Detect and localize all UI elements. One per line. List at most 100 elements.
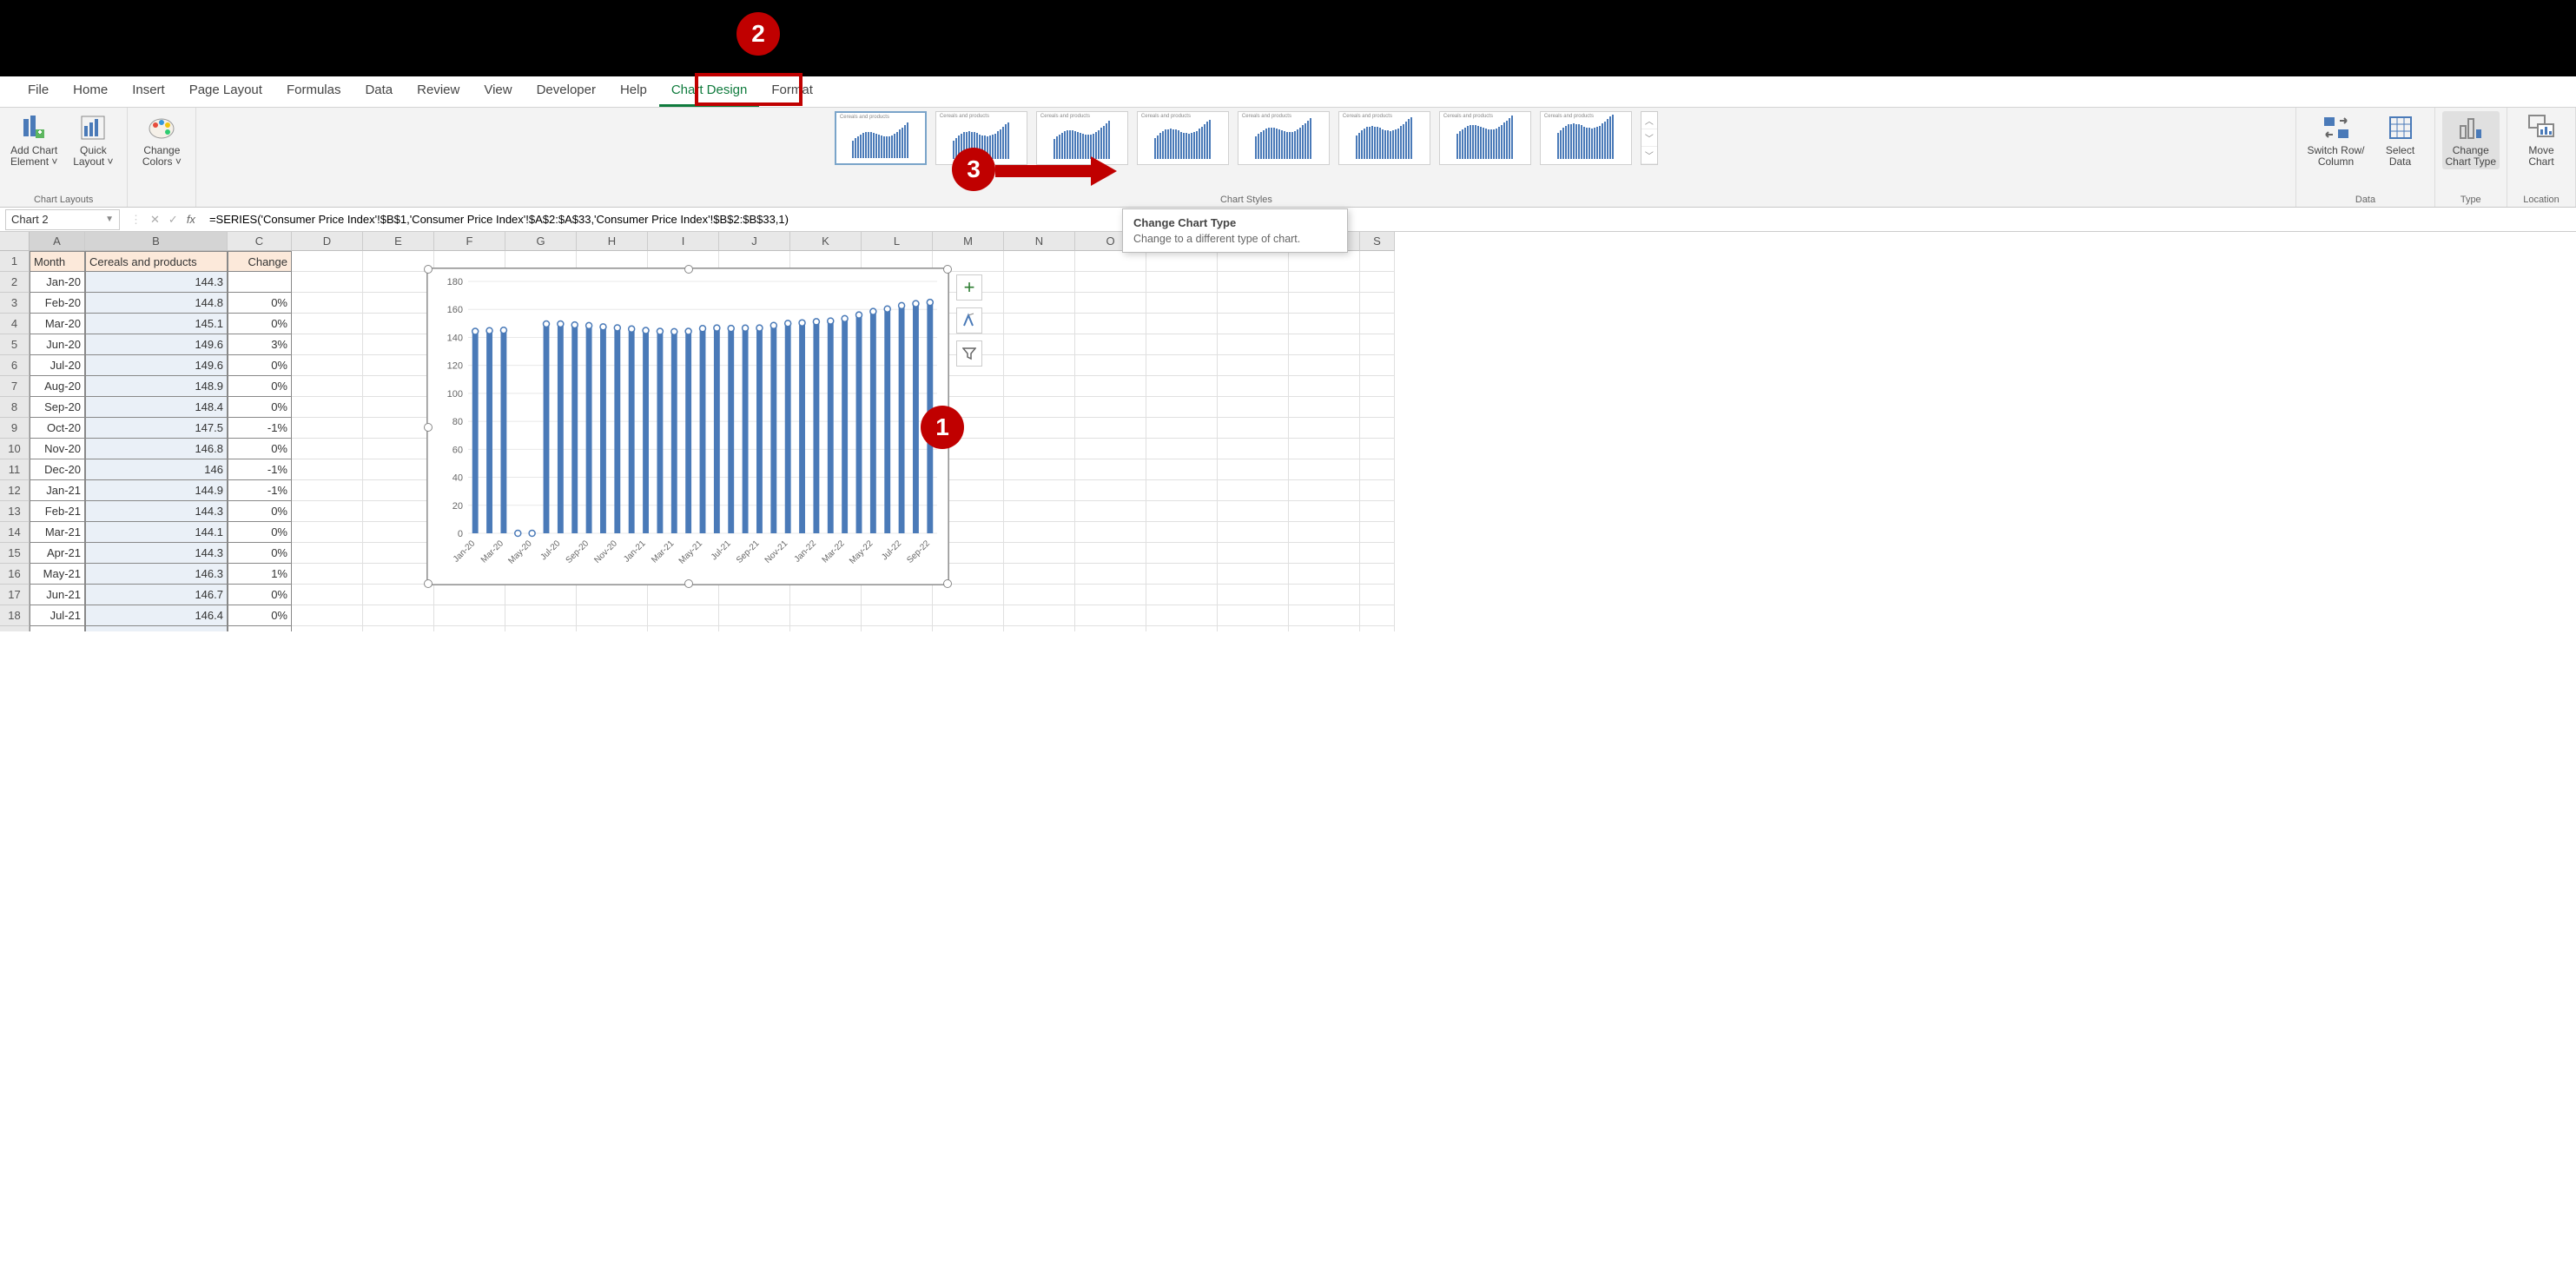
cell-Q13[interactable] [1218, 501, 1289, 522]
cell-D3[interactable] [292, 293, 363, 314]
row-header-1[interactable]: 1 [0, 251, 30, 272]
chart-style-7[interactable] [1439, 111, 1531, 165]
cell-D1[interactable] [292, 251, 363, 272]
cell-E11[interactable] [363, 459, 434, 480]
cell-P10[interactable] [1146, 439, 1218, 459]
cell-Q4[interactable] [1218, 314, 1289, 334]
cell-N3[interactable] [1004, 293, 1075, 314]
cell-C6[interactable]: 0% [228, 355, 292, 376]
cell-L19[interactable] [862, 626, 933, 631]
cell-N17[interactable] [1004, 585, 1075, 605]
cell-P5[interactable] [1146, 334, 1218, 355]
cell-H17[interactable] [577, 585, 648, 605]
cell-N18[interactable] [1004, 605, 1075, 626]
col-header-M[interactable]: M [933, 232, 1004, 251]
cell-O4[interactable] [1075, 314, 1146, 334]
chart-style-6[interactable] [1338, 111, 1430, 165]
cell-Q8[interactable] [1218, 397, 1289, 418]
cell-A17[interactable]: Jun-21 [30, 585, 85, 605]
cell-E12[interactable] [363, 480, 434, 501]
col-header-L[interactable]: L [862, 232, 933, 251]
cell-N8[interactable] [1004, 397, 1075, 418]
chart-bar-Sep-20[interactable] [586, 326, 592, 533]
cell-A9[interactable]: Oct-20 [30, 418, 85, 439]
chart-bar-Aug-20[interactable] [571, 325, 578, 533]
cell-P14[interactable] [1146, 522, 1218, 543]
cell-Q14[interactable] [1218, 522, 1289, 543]
cell-J17[interactable] [719, 585, 790, 605]
chart-style-4[interactable] [1137, 111, 1229, 165]
cell-Q2[interactable] [1218, 272, 1289, 293]
cell-A15[interactable]: Apr-21 [30, 543, 85, 564]
cell-B15[interactable]: 144.3 [85, 543, 228, 564]
chart-styles-scroll-2[interactable]: ﹀ [1641, 147, 1657, 164]
cell-R4[interactable] [1289, 314, 1360, 334]
cell-S9[interactable] [1360, 418, 1395, 439]
cell-P15[interactable] [1146, 543, 1218, 564]
cell-O10[interactable] [1075, 439, 1146, 459]
row-header-11[interactable]: 11 [0, 459, 30, 480]
cell-S5[interactable] [1360, 334, 1395, 355]
cell-R14[interactable] [1289, 522, 1360, 543]
cell-A12[interactable]: Jan-21 [30, 480, 85, 501]
cell-C7[interactable]: 0% [228, 376, 292, 397]
cell-B12[interactable]: 144.9 [85, 480, 228, 501]
cell-M17[interactable] [933, 585, 1004, 605]
cell-N19[interactable] [1004, 626, 1075, 631]
cell-Q16[interactable] [1218, 564, 1289, 585]
cell-P9[interactable] [1146, 418, 1218, 439]
cell-K17[interactable] [790, 585, 862, 605]
cell-D15[interactable] [292, 543, 363, 564]
row-header-18[interactable]: 18 [0, 605, 30, 626]
cell-C17[interactable]: 0% [228, 585, 292, 605]
cell-A4[interactable]: Mar-20 [30, 314, 85, 334]
chart-bar-Sep-21[interactable] [756, 328, 763, 533]
change-colors-button[interactable]: Change Colors ˅ [135, 111, 188, 169]
cell-O6[interactable] [1075, 355, 1146, 376]
cell-Q7[interactable] [1218, 376, 1289, 397]
cell-R10[interactable] [1289, 439, 1360, 459]
cell-Q6[interactable] [1218, 355, 1289, 376]
cell-P13[interactable] [1146, 501, 1218, 522]
cell-E10[interactable] [363, 439, 434, 459]
cell-R19[interactable] [1289, 626, 1360, 631]
cell-R5[interactable] [1289, 334, 1360, 355]
cell-I18[interactable] [648, 605, 719, 626]
cell-K19[interactable] [790, 626, 862, 631]
cell-A11[interactable]: Dec-20 [30, 459, 85, 480]
col-header-I[interactable]: I [648, 232, 719, 251]
cell-N6[interactable] [1004, 355, 1075, 376]
cell-R2[interactable] [1289, 272, 1360, 293]
chart-bar-Apr-21[interactable] [685, 332, 691, 533]
fx-dropdown-icon[interactable]: ⋮ [130, 213, 142, 227]
tab-help[interactable]: Help [608, 76, 659, 107]
cell-O18[interactable] [1075, 605, 1146, 626]
cell-H19[interactable] [577, 626, 648, 631]
cell-N12[interactable] [1004, 480, 1075, 501]
cell-R17[interactable] [1289, 585, 1360, 605]
cell-S14[interactable] [1360, 522, 1395, 543]
row-header-14[interactable]: 14 [0, 522, 30, 543]
cell-C8[interactable]: 0% [228, 397, 292, 418]
cell-N11[interactable] [1004, 459, 1075, 480]
tab-page-layout[interactable]: Page Layout [177, 76, 274, 107]
chart-filters-button[interactable] [956, 340, 982, 367]
cell-S15[interactable] [1360, 543, 1395, 564]
cell-O16[interactable] [1075, 564, 1146, 585]
cell-R8[interactable] [1289, 397, 1360, 418]
cell-R7[interactable] [1289, 376, 1360, 397]
cell-C1[interactable]: Change [228, 251, 292, 272]
row-header-15[interactable]: 15 [0, 543, 30, 564]
cell-E5[interactable] [363, 334, 434, 355]
cell-D7[interactable] [292, 376, 363, 397]
cell-C13[interactable]: 0% [228, 501, 292, 522]
chart-bar-Jun-20[interactable] [544, 324, 550, 533]
cell-C9[interactable]: -1% [228, 418, 292, 439]
cell-R11[interactable] [1289, 459, 1360, 480]
enter-icon[interactable]: ✓ [168, 213, 178, 227]
cell-B9[interactable]: 147.5 [85, 418, 228, 439]
tab-data[interactable]: Data [353, 76, 405, 107]
cell-H18[interactable] [577, 605, 648, 626]
cell-D16[interactable] [292, 564, 363, 585]
formula-input[interactable] [204, 209, 2576, 230]
